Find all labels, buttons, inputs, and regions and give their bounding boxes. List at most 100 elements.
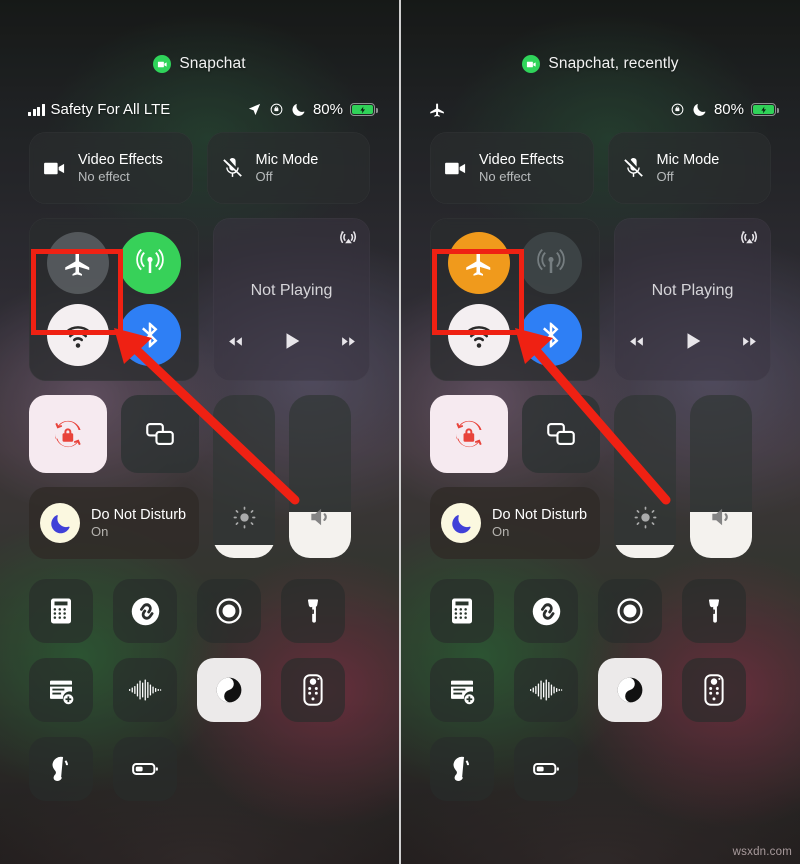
video-effects-tile[interactable]: Video Effects No effect — [430, 132, 594, 204]
mic-mode-tile[interactable]: Mic Mode Off — [607, 132, 771, 204]
microphone-slash-icon — [222, 157, 242, 177]
screen-mirroring-button[interactable] — [121, 395, 199, 473]
connectivity-module-left[interactable] — [29, 218, 199, 381]
apple-tv-remote-button[interactable] — [682, 658, 746, 722]
speaker-icon — [712, 508, 728, 526]
apple-tv-remote-icon — [704, 674, 724, 706]
carrier-label: Safety For All LTE — [50, 101, 171, 118]
volume-slider[interactable] — [289, 395, 351, 558]
volume-slider[interactable] — [690, 395, 752, 558]
utility-icon-grid-left — [29, 579, 370, 801]
siri-suggestion-left[interactable]: Snapchat — [0, 55, 399, 73]
rotation-lock-icon — [270, 103, 283, 116]
bluetooth-button[interactable] — [520, 304, 582, 366]
voice-memo-button[interactable] — [113, 658, 177, 722]
rotation-lock-button[interactable] — [29, 395, 107, 473]
bluetooth-icon — [543, 322, 559, 348]
screen-record-icon — [617, 598, 643, 624]
flashlight-icon — [307, 599, 319, 623]
hearing-button[interactable] — [29, 737, 93, 801]
video-camera-icon — [445, 162, 466, 174]
camera-icon — [522, 55, 541, 73]
screen-record-button[interactable] — [598, 579, 662, 643]
low-power-mode-icon — [132, 763, 158, 775]
mic-mode-subtitle: Off — [656, 168, 674, 184]
siri-app-label: Snapchat — [179, 55, 246, 72]
do-not-disturb-tile[interactable]: Do Not Disturb On — [430, 487, 600, 559]
screen-mirroring-icon — [547, 423, 575, 445]
do-not-disturb-tile[interactable]: Do Not Disturb On — [29, 487, 199, 559]
battery-icon — [350, 103, 378, 116]
low-power-mode-button[interactable] — [514, 737, 578, 801]
flashlight-icon — [708, 599, 720, 623]
brightness-slider[interactable] — [614, 395, 676, 558]
dark-mode-icon — [216, 677, 242, 703]
moon-icon — [292, 104, 305, 116]
flashlight-button[interactable] — [682, 579, 746, 643]
cellular-data-button[interactable] — [119, 232, 181, 294]
rotation-lock-button[interactable] — [430, 395, 508, 473]
rewind-icon[interactable] — [625, 333, 648, 350]
location-arrow-icon — [248, 103, 261, 116]
video-effects-tile[interactable]: Video Effects No effect — [29, 132, 193, 204]
voice-memo-button[interactable] — [514, 658, 578, 722]
new-note-icon — [50, 680, 74, 705]
cellular-bars-icon — [28, 103, 45, 116]
airplane-icon — [430, 103, 444, 117]
control-center-after: Snapchat, recently 80% Video Effects No … — [401, 0, 800, 864]
airplane-mode-button[interactable] — [448, 232, 510, 294]
utility-slot-empty — [598, 737, 662, 801]
rotation-lock-icon — [671, 103, 684, 116]
watermark: wsxdn.com — [732, 846, 792, 858]
connectivity-module-right[interactable] — [430, 218, 600, 381]
screen-mirroring-button[interactable] — [522, 395, 600, 473]
play-icon[interactable] — [281, 329, 303, 353]
cellular-data-button[interactable] — [520, 232, 582, 294]
play-icon[interactable] — [682, 329, 704, 353]
control-center-grid-left: Video Effects No effect Mic Mode Off Not… — [0, 132, 399, 801]
video-effects-subtitle: No effect — [78, 168, 130, 184]
media-player-module-left[interactable]: Not Playing — [213, 218, 370, 381]
shazam-button[interactable] — [113, 579, 177, 643]
dark-mode-button[interactable] — [197, 658, 261, 722]
mic-mode-subtitle: Off — [255, 168, 273, 184]
dnd-title: Do Not Disturb — [492, 507, 588, 524]
hearing-button[interactable] — [430, 737, 494, 801]
flashlight-button[interactable] — [281, 579, 345, 643]
media-title: Not Playing — [250, 281, 333, 299]
new-note-icon — [451, 680, 475, 705]
dnd-title: Do Not Disturb — [91, 507, 187, 524]
calculator-icon — [51, 598, 71, 624]
control-center-before: Snapchat Safety For All LTE 80% Video Ef… — [0, 0, 399, 864]
siri-suggestion-right[interactable]: Snapchat, recently — [401, 55, 800, 73]
airplane-mode-button[interactable] — [47, 232, 109, 294]
bluetooth-button[interactable] — [119, 304, 181, 366]
wifi-button[interactable] — [47, 304, 109, 366]
wifi-button[interactable] — [448, 304, 510, 366]
siri-app-label: Snapchat, recently — [548, 55, 679, 72]
microphone-slash-icon — [623, 157, 643, 177]
calculator-button[interactable] — [29, 579, 93, 643]
low-power-mode-button[interactable] — [113, 737, 177, 801]
apple-tv-remote-button[interactable] — [281, 658, 345, 722]
new-note-button[interactable] — [430, 658, 494, 722]
media-player-module-right[interactable]: Not Playing — [614, 218, 771, 381]
rewind-icon[interactable] — [224, 333, 247, 350]
screenshot-stage: Snapchat Safety For All LTE 80% Video Ef… — [0, 0, 800, 864]
status-bar-left: Safety For All LTE 80% — [0, 101, 399, 118]
brightness-icon — [233, 506, 255, 529]
lightning-bolt-icon — [760, 106, 766, 113]
brightness-slider[interactable] — [213, 395, 275, 558]
fast-forward-icon[interactable] — [738, 333, 761, 350]
utility-slot-empty — [197, 737, 261, 801]
rotation-lock-icon — [456, 420, 482, 448]
fast-forward-icon[interactable] — [337, 333, 360, 350]
new-note-button[interactable] — [29, 658, 93, 722]
mic-mode-tile[interactable]: Mic Mode Off — [206, 132, 370, 204]
screen-record-button[interactable] — [197, 579, 261, 643]
airplane-icon — [466, 252, 491, 276]
shazam-button[interactable] — [514, 579, 578, 643]
wifi-icon — [466, 326, 492, 348]
calculator-button[interactable] — [430, 579, 494, 643]
dark-mode-button[interactable] — [598, 658, 662, 722]
